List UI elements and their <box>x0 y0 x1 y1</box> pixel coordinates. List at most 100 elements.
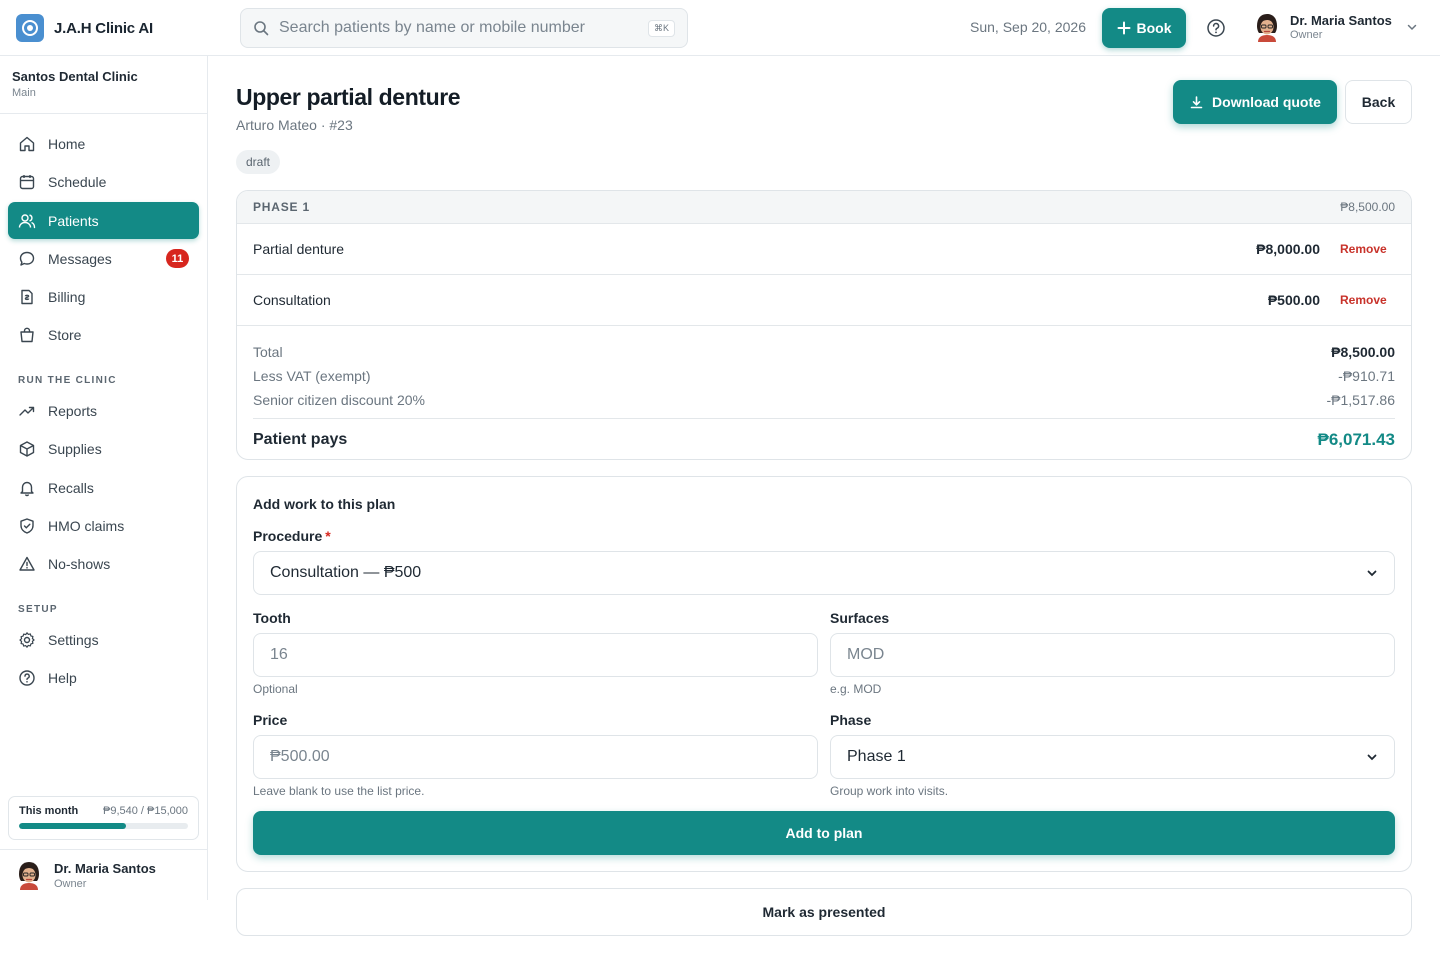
download-quote-button[interactable]: Download quote <box>1173 80 1337 124</box>
month-label: This month <box>19 805 79 817</box>
phase-value: Phase 1 <box>847 748 906 765</box>
vat-value: -₱910.71 <box>1338 368 1395 384</box>
sidebar-item-help[interactable]: Help <box>8 659 199 696</box>
bag-icon <box>20 327 34 342</box>
phase-total: ₱8,500.00 <box>1340 200 1395 214</box>
user-menu[interactable]: Dr. Maria Santos Owner <box>1254 12 1418 42</box>
price-placeholder: ₱500.00 <box>270 748 330 765</box>
sidebar-item-patients[interactable]: Patients <box>8 202 199 239</box>
price-input[interactable]: ₱500.00 <box>253 735 818 779</box>
bell-icon <box>20 481 34 496</box>
sidebar-item-store[interactable]: Store <box>8 316 199 353</box>
plan-item-row: Consultation ₱500.00 Remove <box>237 275 1411 326</box>
month-value: ₱9,540 / ₱15,000 <box>102 805 188 817</box>
gear-icon <box>19 631 35 648</box>
clinic-branch: Main <box>12 87 36 99</box>
procedure-label-text: Procedure <box>253 528 323 544</box>
sidebar-user[interactable]: Dr. Maria Santos Owner <box>0 849 207 900</box>
item-price: ₱8,000.00 <box>1256 241 1320 257</box>
sidebar-item-label: Billing <box>48 288 86 305</box>
price-label: Price <box>253 712 288 728</box>
mark-as-presented-button[interactable]: Mark as presented <box>236 888 1412 936</box>
add-to-plan-button[interactable]: Add to plan <box>253 811 1395 855</box>
chevron-down-icon <box>1367 570 1377 577</box>
vat-label: Less VAT (exempt) <box>253 368 371 384</box>
tooth-label: Tooth <box>253 610 291 626</box>
phase-card: PHASE 1 ₱8,500.00 Partial denture ₱8,000… <box>236 190 1412 460</box>
sidebar-item-label: Home <box>48 135 86 152</box>
sidebar-item-supplies[interactable]: Supplies <box>8 430 199 467</box>
sidebar-item-settings[interactable]: Settings <box>8 621 199 658</box>
book-button[interactable]: Book <box>1102 8 1186 48</box>
page-title: Upper partial denture <box>236 84 461 110</box>
plus-icon <box>1117 21 1130 35</box>
procedure-select[interactable]: Consultation — ₱500 <box>253 551 1395 595</box>
sidebar-item-label: HMO claims <box>48 517 125 534</box>
total-value: ₱8,500.00 <box>1331 344 1395 360</box>
section-heading-run: RUN THE CLINIC <box>18 375 117 386</box>
shortcut-hint: ⌘K <box>647 19 675 37</box>
tooth-hint: Optional <box>253 682 298 696</box>
users-icon <box>18 213 36 228</box>
calendar-icon <box>19 174 35 189</box>
totals-section: Total ₱8,500.00 Less VAT (exempt) -₱910.… <box>237 326 1411 459</box>
clinic-switcher[interactable]: Santos Dental Clinic Main <box>0 56 207 114</box>
discount-value: -₱1,517.86 <box>1326 392 1396 408</box>
sidebar-item-hmo-claims[interactable]: HMO claims <box>8 507 199 544</box>
plan-item-row: Partial denture ₱8,000.00 Remove <box>237 224 1411 275</box>
sidebar-item-label: Store <box>48 326 82 343</box>
sidebar-item-label: Help <box>48 669 77 686</box>
sidebar-item-messages[interactable]: Messages 11 <box>8 240 199 277</box>
surfaces-input[interactable]: MOD <box>830 633 1395 677</box>
search-input[interactable]: Search patients by name or mobile number… <box>240 8 688 48</box>
required-marker: * <box>325 528 331 544</box>
remove-item-button[interactable]: Remove <box>1340 293 1395 307</box>
help-icon[interactable] <box>1206 18 1226 41</box>
sidebar-item-label: Schedule <box>48 173 107 190</box>
sidebar-item-schedule[interactable]: Schedule <box>8 163 199 200</box>
price-hint: Leave blank to use the list price. <box>253 784 425 798</box>
current-date: Sun, Sep 20, 2026 <box>970 19 1086 35</box>
sidebar-user-name: Dr. Maria Santos <box>54 860 156 876</box>
surfaces-placeholder: MOD <box>847 646 885 663</box>
clinic-name: Santos Dental Clinic <box>12 69 138 84</box>
tooth-input[interactable]: 16 <box>253 633 818 677</box>
phase-label: Phase <box>830 712 872 728</box>
section-heading-setup: SETUP <box>18 604 58 615</box>
warning-icon <box>19 556 35 571</box>
patient-pays-label: Patient pays <box>253 431 348 448</box>
sidebar-item-no-shows[interactable]: No-shows <box>8 545 199 582</box>
chevron-down-icon <box>1407 24 1417 31</box>
search-placeholder: Search patients by name or mobile number <box>279 19 585 36</box>
sidebar-item-label: Patients <box>48 212 99 229</box>
user-role: Owner <box>1290 29 1323 41</box>
sidebar-item-home[interactable]: Home <box>8 125 199 162</box>
search-icon <box>254 21 269 36</box>
add-work-title: Add work to this plan <box>253 496 396 512</box>
item-price: ₱500.00 <box>1267 292 1320 308</box>
clinic-logo-icon <box>16 14 44 42</box>
back-button[interactable]: Back <box>1345 80 1412 124</box>
sidebar-item-label: Recalls <box>48 479 94 496</box>
chevron-down-icon <box>1367 754 1377 761</box>
sidebar-item-label: No-shows <box>48 555 111 572</box>
app-name: J.A.H Clinic AI <box>54 19 153 37</box>
month-progress-fill <box>19 823 127 829</box>
monthly-target-card: This month ₱9,540 / ₱15,000 <box>8 796 199 840</box>
chat-icon <box>19 251 35 266</box>
avatar <box>1257 14 1277 42</box>
phase-label: PHASE 1 <box>253 200 310 214</box>
sidebar-item-billing[interactable]: Billing <box>8 278 199 315</box>
surfaces-hint: e.g. MOD <box>830 682 882 696</box>
month-progress-bar <box>19 823 188 829</box>
patient-subtitle: Arturo Mateo · #23 <box>236 117 353 133</box>
sidebar-item-reports[interactable]: Reports <box>8 392 199 429</box>
home-icon <box>19 136 35 151</box>
trend-icon <box>19 406 35 416</box>
phase-select[interactable]: Phase 1 <box>830 735 1395 779</box>
sidebar-item-recalls[interactable]: Recalls <box>8 469 199 506</box>
brand[interactable]: J.A.H Clinic AI <box>16 14 153 42</box>
top-bar: J.A.H Clinic AI Search patients by name … <box>0 0 1440 56</box>
remove-item-button[interactable]: Remove <box>1340 242 1395 256</box>
discount-label: Senior citizen discount 20% <box>253 392 425 408</box>
